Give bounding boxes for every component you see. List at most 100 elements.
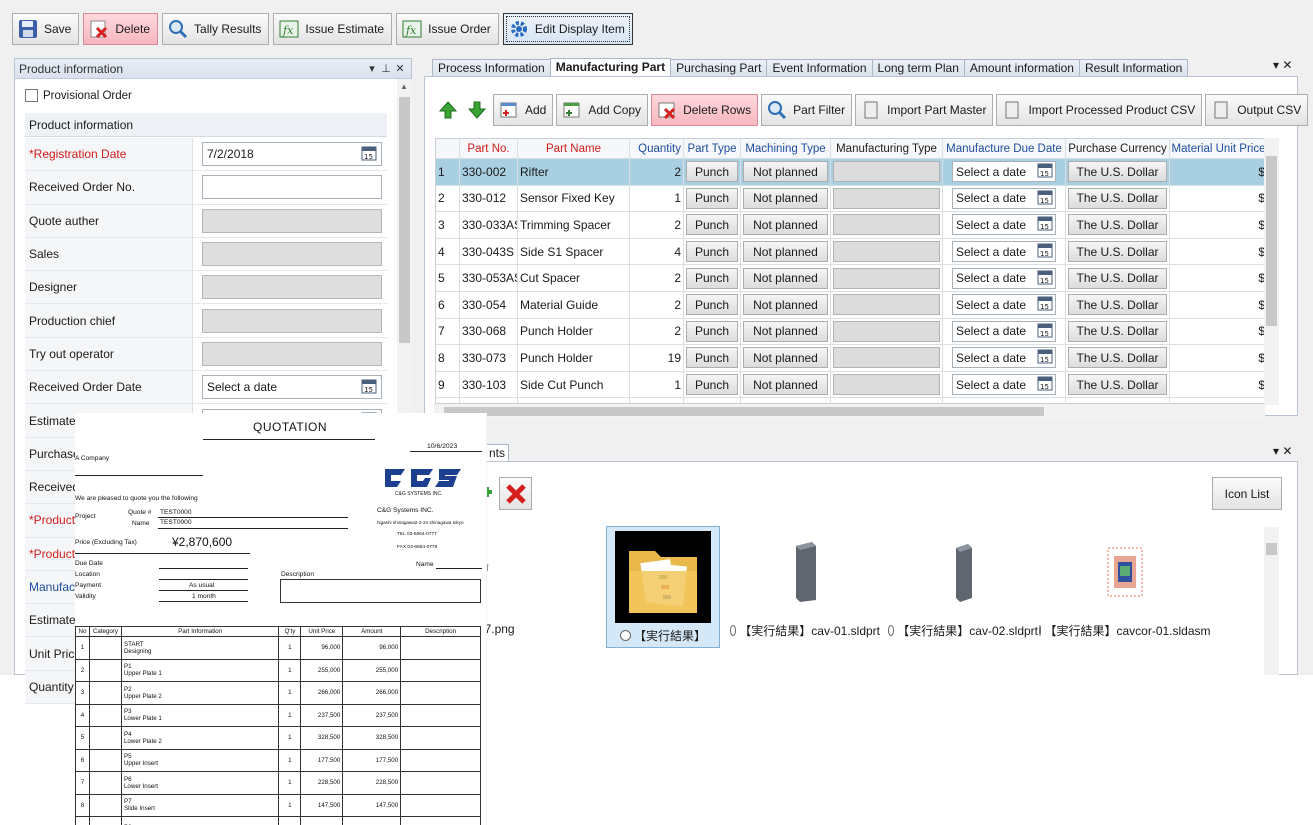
- table-row[interactable]: 3 330-033AS Trimming Spacer 2 Punch Not plann…: [436, 212, 1268, 239]
- due-date-picker[interactable]: Select a date 15: [952, 320, 1056, 342]
- calendar-icon[interactable]: 15: [1037, 215, 1053, 234]
- part-type-button[interactable]: Punch: [686, 241, 738, 263]
- issue-order-button[interactable]: fx Issue Order: [396, 13, 499, 45]
- move-down-button[interactable]: [464, 94, 490, 126]
- column-header[interactable]: Part No.: [460, 139, 518, 158]
- file-thumbnail[interactable]: [730, 522, 880, 622]
- due-date-picker[interactable]: Select a date 15: [952, 374, 1056, 396]
- due-date-picker[interactable]: Select a date 15: [952, 241, 1056, 263]
- file-list-scrollbar[interactable]: [1264, 527, 1279, 675]
- date-picker[interactable]: Select a date 15: [202, 375, 382, 400]
- save-button[interactable]: Save: [12, 13, 80, 45]
- grid-horizontal-scrollbar[interactable]: [434, 404, 1265, 419]
- manufacturing-type-field[interactable]: [833, 374, 940, 396]
- tab-event-information[interactable]: Event Information: [766, 59, 873, 76]
- provisional-order-checkbox[interactable]: Provisional Order: [25, 89, 132, 102]
- currency-button[interactable]: The U.S. Dollar: [1068, 187, 1167, 209]
- radio-button[interactable]: [730, 625, 737, 636]
- radio-button[interactable]: [888, 625, 895, 636]
- text-input[interactable]: [202, 275, 382, 300]
- machining-type-button[interactable]: Not planned: [743, 294, 828, 316]
- edit-display-item-button[interactable]: Edit Display Item: [502, 13, 633, 45]
- machining-type-button[interactable]: Not planned: [743, 347, 828, 369]
- table-row[interactable]: 9 330-103 Side Cut Punch 1 Punch Not planned S…: [436, 371, 1268, 399]
- icon-list-button[interactable]: Icon List: [1212, 477, 1282, 510]
- column-header[interactable]: [436, 139, 460, 158]
- part-type-button[interactable]: Punch: [686, 294, 738, 316]
- text-input[interactable]: [202, 208, 382, 233]
- delete-rows-button[interactable]: Delete Rows: [651, 94, 759, 126]
- machining-type-button[interactable]: Not planned: [743, 374, 828, 396]
- calendar-icon[interactable]: 15: [1037, 295, 1053, 314]
- part-type-button[interactable]: Punch: [686, 187, 738, 209]
- manufacturing-type-field[interactable]: [833, 187, 940, 209]
- due-date-picker[interactable]: Select a date 15: [952, 294, 1056, 316]
- scrollbar-thumb[interactable]: [1266, 156, 1277, 326]
- file-thumbnail[interactable]: [888, 522, 1038, 622]
- manufacturing-type-field[interactable]: [833, 294, 940, 316]
- due-date-picker[interactable]: Select a date 15: [952, 214, 1056, 236]
- table-row[interactable]: 4 330-043S Side S1 Spacer 4 Punch Not planned…: [436, 238, 1268, 266]
- manufacturing-type-field[interactable]: [833, 161, 940, 183]
- tab-amount-information[interactable]: Amount information: [963, 59, 1080, 76]
- import-processed-csv-button[interactable]: Import Processed Product CSV: [996, 94, 1203, 126]
- file-item[interactable]: 【実行結果】cav-02.sldprt: [888, 522, 1038, 639]
- file-thumbnail[interactable]: [607, 527, 719, 627]
- calendar-icon[interactable]: 15: [1037, 189, 1053, 208]
- column-header[interactable]: Manufacturing Type: [831, 139, 943, 158]
- tab-long-term-plan[interactable]: Long term Plan: [871, 59, 965, 76]
- grid-vertical-scrollbar[interactable]: [1264, 138, 1279, 405]
- tab-purchasing-part[interactable]: Purchasing Part: [670, 59, 768, 76]
- table-row[interactable]: 5 330-053AS Cut Spacer 2 Punch Not planned Sel…: [436, 265, 1268, 292]
- file-item[interactable]: 【実行結果】cav-01.sldprt: [730, 522, 880, 639]
- machining-type-button[interactable]: Not planned: [743, 241, 828, 263]
- calendar-icon[interactable]: 15: [1037, 375, 1053, 394]
- part-type-button[interactable]: Punch: [686, 347, 738, 369]
- pin-icon[interactable]: ⊥: [379, 62, 393, 75]
- currency-button[interactable]: The U.S. Dollar: [1068, 374, 1167, 396]
- text-input[interactable]: [202, 308, 382, 333]
- machining-type-button[interactable]: Not planned: [743, 161, 828, 183]
- scrollbar-thumb[interactable]: [1266, 543, 1277, 555]
- scrollbar-thumb[interactable]: [399, 97, 410, 343]
- manufacturing-type-field[interactable]: [833, 267, 940, 289]
- move-up-button[interactable]: [435, 94, 461, 126]
- manufacturing-type-field[interactable]: [833, 347, 940, 369]
- file-thumbnail[interactable]: [1050, 522, 1200, 622]
- text-input[interactable]: [202, 341, 382, 366]
- column-header[interactable]: Material Unit Price: [1170, 139, 1268, 158]
- calendar-icon[interactable]: 15: [1037, 269, 1053, 288]
- column-header[interactable]: Machining Type: [741, 139, 831, 158]
- manufacturing-type-field[interactable]: [833, 241, 940, 263]
- checkbox-box[interactable]: [25, 89, 38, 102]
- due-date-picker[interactable]: Select a date 15: [952, 267, 1056, 289]
- file-item[interactable]: 【実行結果】: [606, 526, 720, 648]
- date-picker[interactable]: 7/2/2018 15: [202, 142, 382, 167]
- add-copy-button[interactable]: Add Copy: [556, 94, 649, 126]
- column-header[interactable]: Quantity: [630, 139, 684, 158]
- currency-button[interactable]: The U.S. Dollar: [1068, 320, 1167, 342]
- calendar-icon[interactable]: 15: [1037, 162, 1053, 181]
- currency-button[interactable]: The U.S. Dollar: [1068, 294, 1167, 316]
- delete-button[interactable]: Delete: [83, 13, 159, 45]
- part-type-button[interactable]: Punch: [686, 214, 738, 236]
- currency-button[interactable]: The U.S. Dollar: [1068, 347, 1167, 369]
- output-csv-button[interactable]: Output CSV: [1205, 94, 1309, 126]
- due-date-picker[interactable]: Select a date 15: [952, 161, 1056, 183]
- part-type-button[interactable]: Punch: [686, 161, 738, 183]
- dropdown-arrow-icon[interactable]: ▾: [365, 62, 379, 75]
- manufacturing-type-field[interactable]: [833, 320, 940, 342]
- calendar-icon[interactable]: 15: [361, 145, 377, 164]
- table-row[interactable]: 6 330-054 Material Guide 2 Punch Not planned S…: [436, 291, 1268, 319]
- machining-type-button[interactable]: Not planned: [743, 267, 828, 289]
- table-row[interactable]: 7 330-068 Punch Holder 2 Punch Not planned Sel…: [436, 318, 1268, 346]
- part-type-button[interactable]: Punch: [686, 267, 738, 289]
- table-row[interactable]: 1 330-002 Rifter 2 Punch Not planned Select a …: [436, 159, 1268, 186]
- column-header[interactable]: Manufacture Due Date: [943, 139, 1066, 158]
- calendar-icon[interactable]: 15: [1037, 348, 1053, 367]
- text-input[interactable]: [202, 175, 382, 200]
- machining-type-button[interactable]: Not planned: [743, 187, 828, 209]
- currency-button[interactable]: The U.S. Dollar: [1068, 161, 1167, 183]
- part-type-button[interactable]: Punch: [686, 320, 738, 342]
- calendar-icon[interactable]: 15: [1037, 322, 1053, 341]
